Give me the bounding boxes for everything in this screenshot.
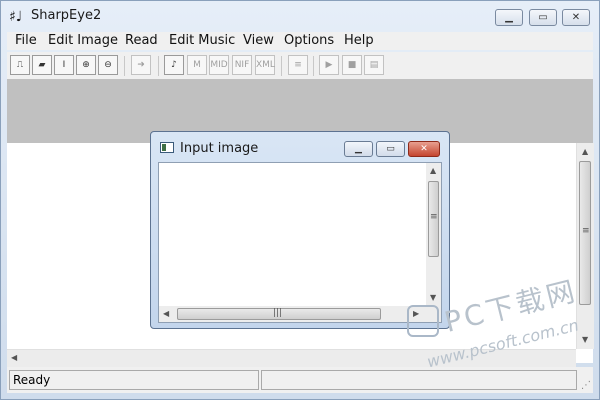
mid-icon[interactable]: MID xyxy=(209,55,229,75)
child-vertical-scrollbar[interactable]: ▲ ≡ ▼ xyxy=(426,163,441,306)
menu-bar: File Edit Image Read Edit Music View Opt… xyxy=(7,32,593,50)
main-vertical-scrollbar[interactable]: ▲ ≡ ▼ xyxy=(576,143,594,349)
menu-view[interactable]: View xyxy=(243,33,274,48)
close-icon: ✕ xyxy=(420,144,428,154)
toolbar: ⎍ ▰ I ⊕ ⊖ ➜ ♪ M MID NIF XML ≡ ▶ ■ ▤ xyxy=(7,52,593,80)
minimize-icon: ▁ xyxy=(505,12,513,23)
scroll-up-icon[interactable]: ▲ xyxy=(430,166,436,175)
scroll-left-icon[interactable]: ◀ xyxy=(11,353,17,362)
menu-edit-image[interactable]: Edit Image xyxy=(48,33,118,48)
toolbar-separator xyxy=(313,56,314,76)
maximize-icon: ▭ xyxy=(538,12,548,23)
child-minimize-button[interactable]: ▁ xyxy=(344,141,373,157)
menu-options[interactable]: Options xyxy=(284,33,334,48)
play-icon[interactable]: ▶ xyxy=(319,55,339,75)
child-horizontal-scrollbar[interactable]: ◀ ||| ▶ xyxy=(159,306,426,322)
toolbar-separator xyxy=(158,56,159,76)
menu-edit-music[interactable]: Edit Music xyxy=(169,33,235,48)
pcsoft-logo xyxy=(407,305,439,337)
stop-icon[interactable]: ■ xyxy=(342,55,362,75)
toolbar-separator xyxy=(281,56,282,76)
scroll-down-icon[interactable]: ▼ xyxy=(582,335,588,344)
staff-icon[interactable]: ≡ xyxy=(288,55,308,75)
menu-read[interactable]: Read xyxy=(125,33,158,48)
nif-icon[interactable]: NIF xyxy=(232,55,252,75)
zoom-out-icon[interactable]: ⊖ xyxy=(98,55,118,75)
sharp-note-icon: ♯♩ xyxy=(9,9,23,25)
open-folder-icon[interactable]: ▰ xyxy=(32,55,52,75)
scanner-icon[interactable]: ⎍ xyxy=(10,55,30,75)
image-window-icon xyxy=(160,142,174,153)
menu-file[interactable]: File xyxy=(15,33,37,48)
resize-grip-icon[interactable]: ⋰ xyxy=(581,381,593,391)
app-title: SharpEye2 xyxy=(31,8,102,23)
minimize-button[interactable]: ▁ xyxy=(495,9,523,26)
status-text: Ready xyxy=(13,373,51,387)
open-music-icon[interactable]: ♪ xyxy=(164,55,184,75)
vertical-scroll-thumb[interactable]: ≡ xyxy=(579,161,591,305)
child-horizontal-scroll-thumb[interactable]: ||| xyxy=(177,308,381,320)
score-icon[interactable]: ▤ xyxy=(364,55,384,75)
minimize-icon: ▁ xyxy=(355,144,362,154)
zoom-in-icon[interactable]: ⊕ xyxy=(76,55,96,75)
text-icon[interactable]: I xyxy=(54,55,74,75)
input-image-canvas[interactable]: ▲ ≡ ▼ ◀ ||| ▶ xyxy=(158,162,442,323)
scroll-up-icon[interactable]: ▲ xyxy=(582,147,588,156)
status-bar: Ready ⋰ xyxy=(7,367,593,393)
title-bar[interactable]: ♯♩ SharpEye2 ▁ ▭ ✕ xyxy=(1,1,599,31)
input-image-window[interactable]: Input image ▁ ▭ ✕ ▲ ≡ ▼ ◀ ||| ▶ xyxy=(150,131,450,329)
scroll-left-icon[interactable]: ◀ xyxy=(163,309,169,318)
maximize-button[interactable]: ▭ xyxy=(529,9,557,26)
status-pane: Ready xyxy=(9,370,259,390)
child-close-button[interactable]: ✕ xyxy=(408,141,440,157)
status-pane-secondary xyxy=(261,370,577,390)
close-icon: ✕ xyxy=(571,12,581,23)
scroll-down-icon[interactable]: ▼ xyxy=(430,293,436,302)
close-button[interactable]: ✕ xyxy=(562,9,590,26)
child-window-title: Input image xyxy=(180,141,259,156)
child-vertical-scroll-thumb[interactable]: ≡ xyxy=(428,181,439,257)
xml-icon[interactable]: XML xyxy=(255,55,275,75)
arrow-right-icon[interactable]: ➜ xyxy=(131,55,151,75)
child-maximize-button[interactable]: ▭ xyxy=(376,141,405,157)
m-icon[interactable]: M xyxy=(187,55,207,75)
maximize-icon: ▭ xyxy=(386,144,395,154)
toolbar-separator xyxy=(124,56,125,76)
menu-help[interactable]: Help xyxy=(344,33,374,48)
